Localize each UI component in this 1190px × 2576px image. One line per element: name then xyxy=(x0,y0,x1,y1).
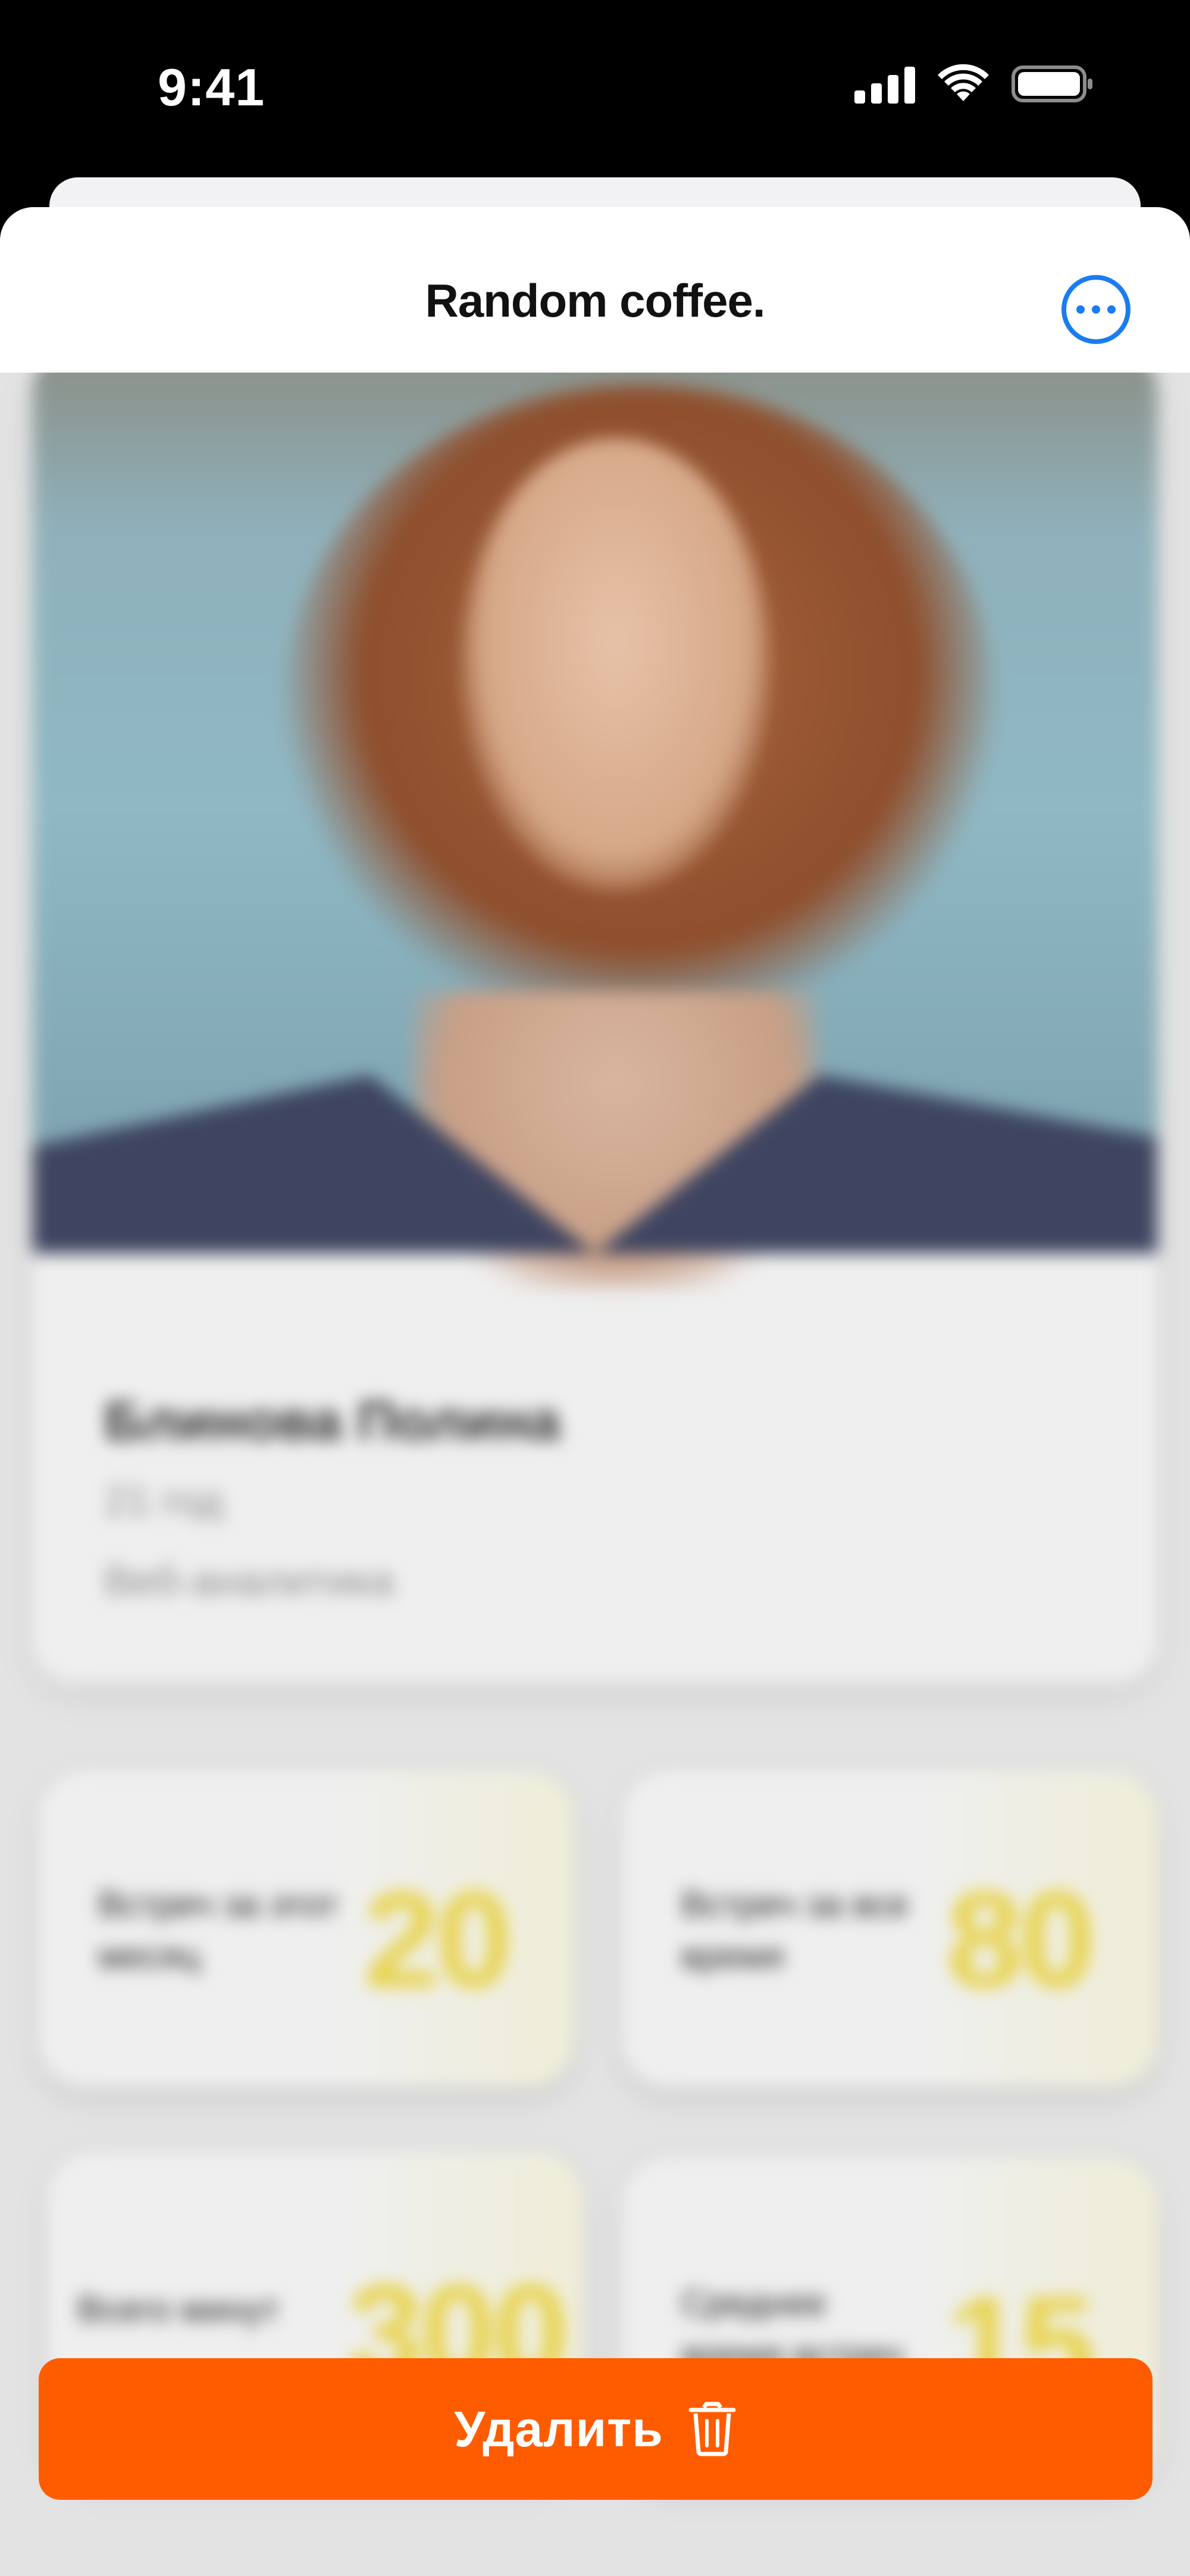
profile-name: Блинова Полина xyxy=(104,1391,560,1452)
phone-screen: 9:41 Random coffee. Блинова Полина 21 го… xyxy=(0,0,1190,2576)
modal-sheet: Random coffee. Блинова Полина 21 год Веб… xyxy=(0,207,1190,2576)
status-icons xyxy=(854,64,1095,104)
profile-role: Веб-аналитика xyxy=(104,1558,394,1604)
more-horizontal-icon xyxy=(1076,305,1085,314)
stat-label: Всего минут xyxy=(77,2289,280,2329)
delete-button[interactable]: Удалить xyxy=(39,2358,1153,2500)
blurred-content: Блинова Полина 21 год Веб-аналитика Встр… xyxy=(0,349,1190,2575)
stat-label: Встреч за все время xyxy=(681,1884,909,1976)
trash-icon xyxy=(687,2402,737,2456)
stat-label: Встреч за этот месяц xyxy=(98,1884,339,1976)
nav-header: Random coffee. xyxy=(0,207,1190,373)
battery-icon xyxy=(1012,64,1095,104)
stat-value: 20 xyxy=(364,1863,512,2016)
stat-value: 80 xyxy=(947,1863,1095,2016)
profile-photo xyxy=(33,349,1157,1289)
cellular-signal-icon xyxy=(854,64,915,104)
page-title: Random coffee. xyxy=(425,274,765,327)
more-options-button[interactable] xyxy=(1061,275,1130,344)
wifi-icon xyxy=(937,64,990,104)
delete-button-label: Удалить xyxy=(454,2400,663,2457)
profile-age: 21 год xyxy=(104,1477,223,1524)
stat-card-meetings-month: Встреч за этот месяц 20 xyxy=(39,1771,574,2087)
status-time: 9:41 xyxy=(158,58,265,117)
status-bar: 9:41 xyxy=(0,0,1190,179)
stat-card-meetings-total: Встреч за все время 80 xyxy=(622,1771,1157,2087)
profile-card: Блинова Полина 21 год Веб-аналитика xyxy=(33,349,1157,1682)
